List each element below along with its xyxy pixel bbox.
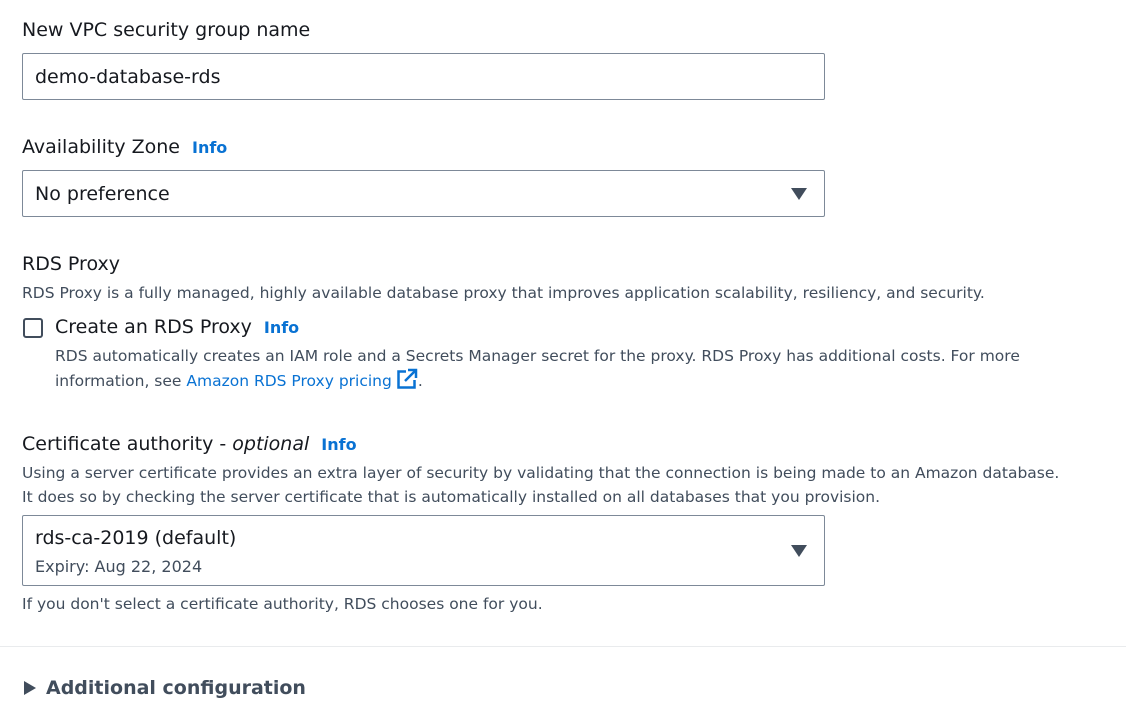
certificate-authority-description-2: It does so by checking the server certif… [22,488,881,506]
certificate-authority-help: If you don't select a certificate author… [22,595,543,613]
availability-zone-select[interactable]: No preference [22,170,825,217]
rds-proxy-heading: RDS Proxy [22,253,120,275]
rds-create-form: New VPC security group name demo-databas… [0,0,1126,703]
external-link-icon [397,368,418,389]
create-rds-proxy-label[interactable]: Create an RDS Proxy Info [55,315,299,340]
certificate-expiry: Expiry: Aug 22, 2024 [35,557,203,576]
availability-zone-label: Availability Zone Info [22,136,228,158]
security-group-name-value: demo-database-rds [35,66,221,88]
additional-configuration-toggle[interactable]: Additional configuration [24,676,306,700]
certificate-authority-info-link[interactable]: Info [321,435,356,454]
availability-zone-value: No preference [35,183,170,205]
rds-proxy-detail: RDS automatically creates an IAM role an… [55,347,1020,390]
caret-right-icon [24,681,36,695]
create-rds-proxy-checkbox[interactable] [23,318,43,338]
caret-down-icon [791,187,807,200]
certificate-authority-description-1: Using a server certificate provides an e… [22,464,1060,482]
certificate-authority-select[interactable]: rds-ca-2019 (default) Expiry: Aug 22, 20… [22,515,825,586]
caret-down-icon [791,544,807,557]
certificate-authority-value: rds-ca-2019 (default) [35,527,237,549]
availability-zone-info-link[interactable]: Info [192,138,227,157]
rds-proxy-pricing-link[interactable]: Amazon RDS Proxy pricing [186,368,418,390]
section-divider [0,646,1126,647]
security-group-name-input[interactable]: demo-database-rds [22,53,825,100]
rds-proxy-info-link[interactable]: Info [264,318,299,337]
rds-proxy-description: RDS Proxy is a fully managed, highly ava… [22,284,985,302]
certificate-authority-label: Certificate authority - optional Info [22,433,357,455]
security-group-name-label: New VPC security group name [22,19,311,41]
